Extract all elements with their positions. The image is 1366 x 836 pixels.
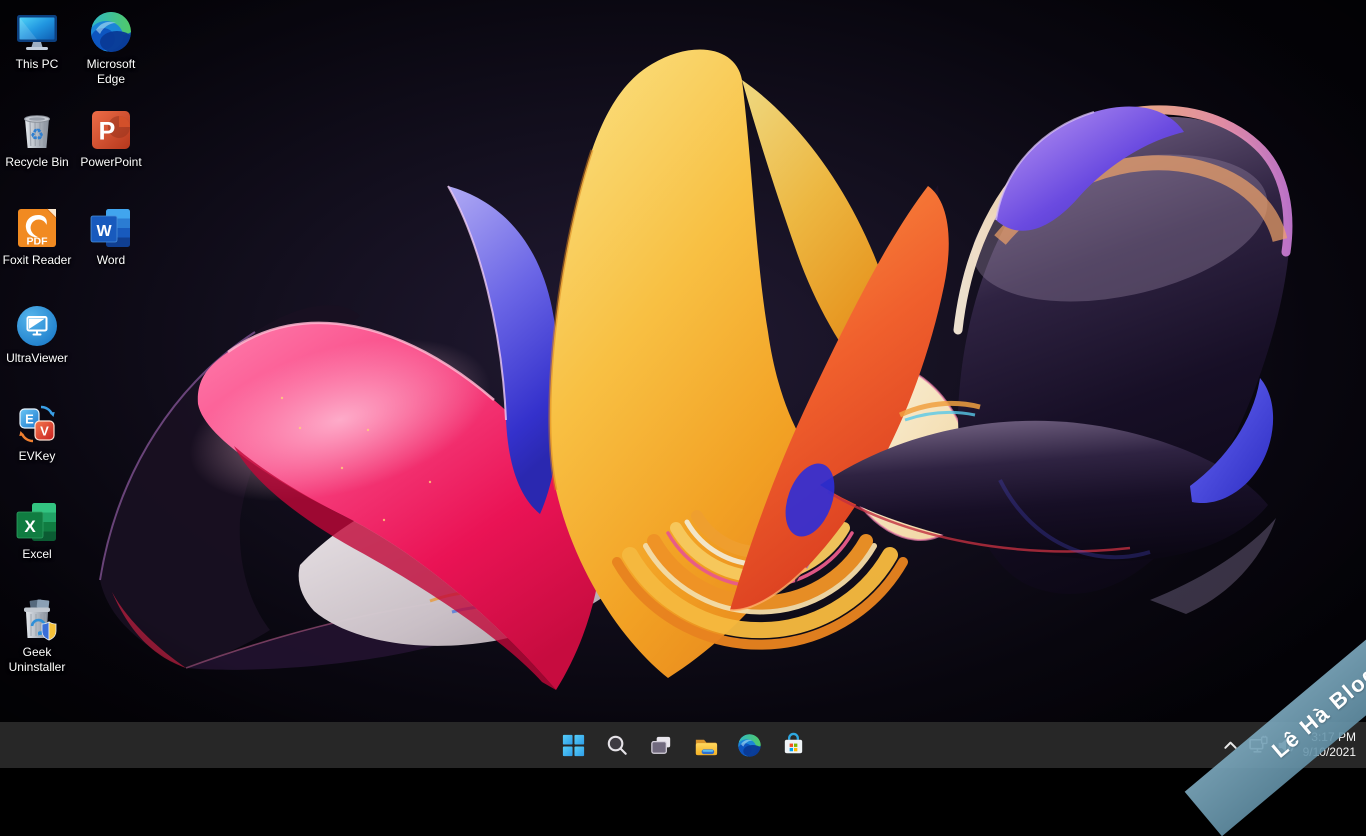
desktop-icon-label: Foxit Reader <box>2 253 72 267</box>
foxit-reader-icon: PDF <box>13 204 61 252</box>
svg-text:X: X <box>24 517 36 536</box>
svg-text:♻: ♻ <box>30 127 44 144</box>
desktop[interactable]: This PC ♻ Recycle Bin PDF Foxit Reader U… <box>0 0 1366 768</box>
file-explorer-button[interactable] <box>688 728 722 762</box>
svg-text:P: P <box>99 118 116 146</box>
start-button[interactable] <box>556 728 590 762</box>
store-bag-icon <box>784 732 802 753</box>
svg-text:V: V <box>40 424 49 439</box>
windows-logo-icon <box>562 734 584 756</box>
search-icon <box>607 735 627 755</box>
desktop-icon-label: This PC <box>15 57 59 71</box>
desktop-icon-label: Word <box>96 253 126 267</box>
edge-icon <box>87 8 135 56</box>
desktop-icon-powerpoint[interactable]: P PowerPoint <box>74 106 148 196</box>
taskbar: 3:17 PM 9/10/2021 <box>0 722 1366 768</box>
search-button[interactable] <box>600 728 634 762</box>
evkey-icon: E V <box>13 400 61 448</box>
desktop-icon-label: Excel <box>22 547 52 561</box>
desktop-icon-foxit-reader[interactable]: PDF Foxit Reader <box>0 204 74 294</box>
desktop-icon-microsoft-edge[interactable]: Microsoft Edge <box>74 8 148 98</box>
desktop-icon-column-2: Microsoft Edge P PowerPoint W Word <box>74 8 148 294</box>
desktop-icon-excel[interactable]: X Excel <box>0 498 74 588</box>
desktop-icon-label: EVKey <box>18 449 56 463</box>
recycle-bin-icon: ♻ <box>13 106 61 154</box>
folder-icon <box>695 739 717 755</box>
edge-button[interactable] <box>732 728 766 762</box>
geek-uninstaller-icon <box>13 596 61 644</box>
desktop-icon-label: UltraViewer <box>6 351 68 365</box>
excel-icon: X <box>13 498 61 546</box>
word-icon: W <box>87 204 135 252</box>
desktop-icon-this-pc[interactable]: This PC <box>0 8 74 98</box>
svg-text:PDF: PDF <box>27 236 49 248</box>
powerpoint-icon: P <box>87 106 135 154</box>
task-view-button[interactable] <box>644 728 678 762</box>
taskbar-center-buttons <box>556 722 810 768</box>
desktop-icon-geek-uninstaller[interactable]: Geek Uninstaller <box>0 596 74 686</box>
svg-text:W: W <box>96 223 112 240</box>
task-view-icon <box>650 736 670 754</box>
store-button[interactable] <box>776 728 810 762</box>
desktop-icon-label: PowerPoint <box>80 155 142 169</box>
ultraviewer-icon <box>13 302 61 350</box>
desktop-icon-ultraviewer[interactable]: UltraViewer <box>0 302 74 392</box>
desktop-icon-label: Geek Uninstaller <box>8 645 66 674</box>
svg-text:E: E <box>25 412 34 427</box>
desktop-icon-evkey[interactable]: E V EVKey <box>0 400 74 490</box>
desktop-icon-label: Recycle Bin <box>5 155 69 169</box>
edge-icon <box>736 732 763 759</box>
desktop-icon-column-1: This PC ♻ Recycle Bin PDF Foxit Reader U… <box>0 8 74 686</box>
desktop-icon-recycle-bin[interactable]: ♻ Recycle Bin <box>0 106 74 196</box>
desktop-icon-label: Microsoft Edge <box>86 57 136 86</box>
desktop-icon-word[interactable]: W Word <box>74 204 148 294</box>
this-pc-icon <box>13 8 61 56</box>
